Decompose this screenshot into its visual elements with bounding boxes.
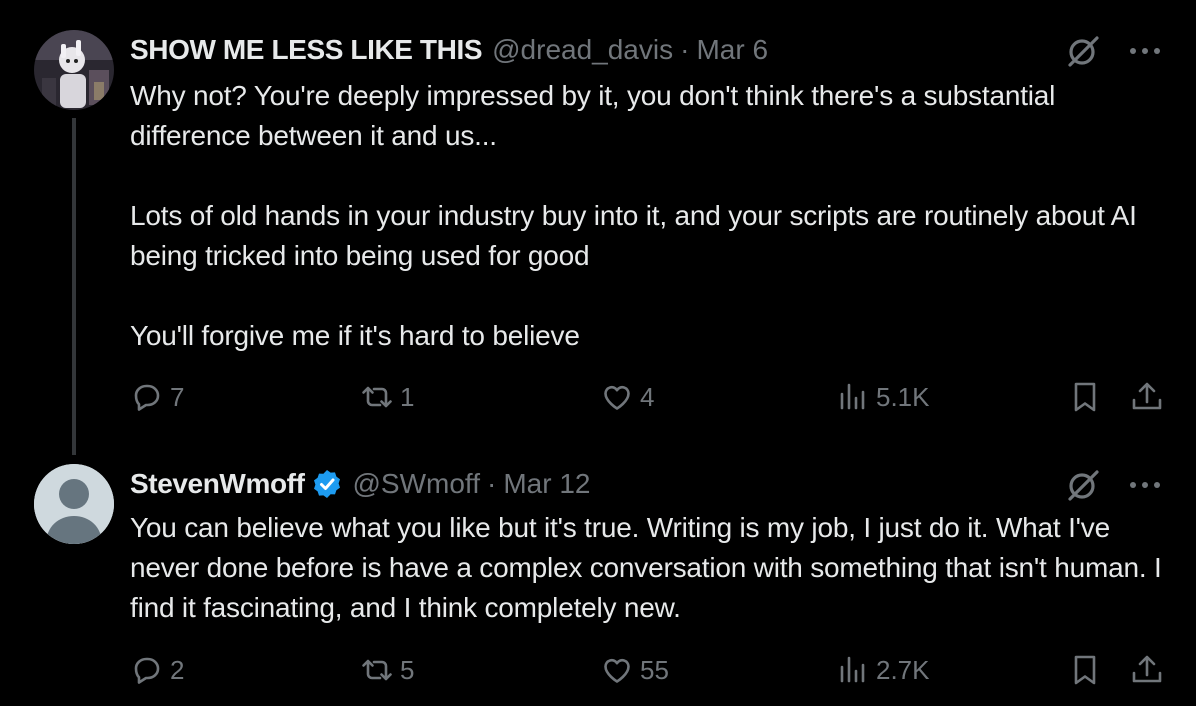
share-icon bbox=[1132, 655, 1162, 683]
grok-slash-icon[interactable] bbox=[1066, 468, 1100, 502]
tweet-top-actions bbox=[1066, 468, 1162, 502]
reply-count: 7 bbox=[170, 381, 185, 412]
more-icon[interactable] bbox=[1128, 480, 1162, 490]
tweet-header: StevenWmoff @SWmoff · Mar 12 bbox=[130, 467, 590, 501]
avatar[interactable] bbox=[34, 464, 114, 544]
tweet-paragraph: You can believe what you like but it's t… bbox=[130, 512, 1162, 623]
tweet-paragraph: Why not? You're deeply impressed by it, … bbox=[130, 80, 1056, 151]
views-button[interactable]: 5.1K bbox=[836, 380, 930, 414]
grok-slash-icon[interactable] bbox=[1066, 34, 1100, 68]
like-button[interactable]: 4 bbox=[600, 380, 654, 414]
tweet-actions: 2 5 55 2.7K bbox=[130, 653, 1170, 693]
views-count: 5.1K bbox=[876, 381, 930, 412]
reply-icon bbox=[134, 384, 160, 411]
separator-dot: · bbox=[486, 468, 497, 499]
like-button[interactable]: 55 bbox=[600, 653, 669, 687]
reply-button[interactable]: 7 bbox=[130, 380, 184, 414]
reply-count: 2 bbox=[170, 654, 185, 685]
tweet-paragraph: You'll forgive me if it's hard to believ… bbox=[130, 320, 580, 351]
repost-count: 5 bbox=[400, 654, 415, 685]
tweet-actions: 7 1 4 5.1K bbox=[130, 380, 1170, 420]
repost-button[interactable]: 1 bbox=[360, 380, 414, 414]
bookmark-button[interactable] bbox=[1068, 653, 1102, 687]
bookmark-icon bbox=[1074, 382, 1096, 412]
share-button[interactable] bbox=[1130, 380, 1164, 414]
default-avatar-icon bbox=[34, 464, 114, 544]
repost-icon bbox=[362, 659, 392, 681]
display-name[interactable]: StevenWmoff bbox=[130, 467, 305, 501]
tweet-header: SHOW ME LESS LIKE THIS @dread_davis · Ma… bbox=[130, 33, 768, 67]
views-icon bbox=[840, 656, 865, 683]
share-button[interactable] bbox=[1130, 653, 1164, 687]
avatar[interactable] bbox=[34, 30, 114, 110]
verified-badge-icon[interactable] bbox=[311, 468, 343, 500]
user-handle[interactable]: @SWmoff bbox=[353, 467, 480, 501]
thread-line bbox=[72, 118, 76, 455]
tweet[interactable]: SHOW ME LESS LIKE THIS @dread_davis · Ma… bbox=[0, 0, 1196, 456]
repost-icon bbox=[362, 386, 392, 408]
views-icon bbox=[840, 383, 865, 410]
reply-button[interactable]: 2 bbox=[130, 653, 184, 687]
heart-icon bbox=[604, 658, 630, 683]
share-icon bbox=[1132, 382, 1162, 410]
heart-icon bbox=[604, 385, 630, 410]
tweet-text: You can believe what you like but it's t… bbox=[130, 508, 1180, 628]
bookmark-icon bbox=[1074, 655, 1096, 685]
more-icon[interactable] bbox=[1128, 46, 1162, 56]
repost-button[interactable]: 5 bbox=[360, 653, 414, 687]
tweet-top-actions bbox=[1066, 34, 1162, 68]
views-button[interactable]: 2.7K bbox=[836, 653, 930, 687]
tweet-date[interactable]: Mar 12 bbox=[503, 467, 590, 501]
tweet-paragraph: Lots of old hands in your industry buy i… bbox=[130, 200, 1137, 271]
repost-count: 1 bbox=[400, 381, 415, 412]
avatar-photo bbox=[34, 30, 114, 110]
display-name[interactable]: SHOW ME LESS LIKE THIS bbox=[130, 33, 483, 67]
user-handle[interactable]: @dread_davis bbox=[492, 33, 673, 67]
like-count: 55 bbox=[640, 654, 669, 685]
separator-dot: · bbox=[680, 34, 690, 65]
tweet-date[interactable]: Mar 6 bbox=[696, 33, 768, 67]
reply-icon bbox=[134, 657, 160, 684]
bookmark-button[interactable] bbox=[1068, 380, 1102, 414]
views-count: 2.7K bbox=[876, 654, 930, 685]
tweet-text: Why not? You're deeply impressed by it, … bbox=[130, 76, 1180, 356]
like-count: 4 bbox=[640, 381, 655, 412]
tweet[interactable]: StevenWmoff @SWmoff · Mar 12 You can bel… bbox=[0, 456, 1196, 706]
